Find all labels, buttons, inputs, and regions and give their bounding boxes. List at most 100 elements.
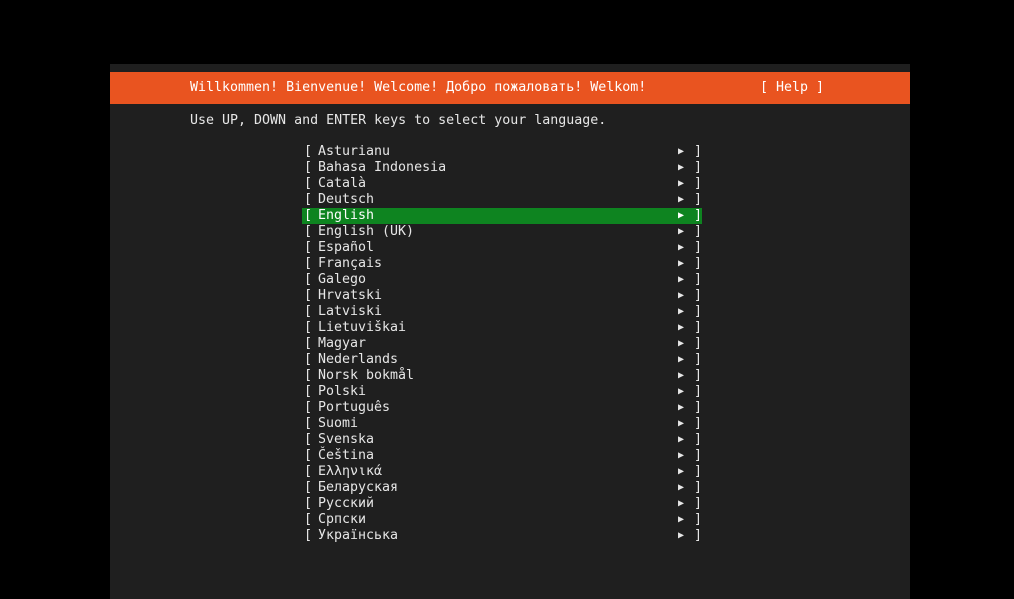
language-option-label: Français: [318, 256, 383, 271]
bracket-close: ]: [694, 192, 703, 207]
submenu-arrow-icon: ▶: [678, 418, 685, 429]
submenu-arrow-icon: ▶: [678, 242, 685, 253]
bracket-close: ]: [694, 208, 703, 223]
bracket-open: [: [304, 400, 313, 415]
language-option-label: Català: [318, 176, 367, 191]
bracket-open: [: [304, 384, 313, 399]
language-option-label: Српски: [318, 512, 367, 527]
bracket-open: [: [304, 512, 313, 527]
language-option[interactable]: [English (UK) ▶]: [302, 224, 702, 240]
bracket-open: [: [304, 368, 313, 383]
submenu-arrow-icon: ▶: [678, 162, 685, 173]
language-option[interactable]: [Latviski ▶]: [302, 304, 702, 320]
submenu-arrow-icon: ▶: [678, 434, 685, 445]
language-option[interactable]: [ Svenska ▶]: [302, 432, 702, 448]
bracket-open: [: [304, 336, 313, 351]
bracket-close: ]: [694, 240, 703, 255]
language-option[interactable]: [Русский ▶]: [302, 496, 702, 512]
header-bar: Willkommen! Bienvenue! Welcome! Добро по…: [110, 72, 910, 104]
language-option[interactable]: [ Español ▶]: [302, 240, 702, 256]
bracket-close: ]: [694, 320, 703, 335]
language-option-label: Русский: [318, 496, 375, 511]
language-option[interactable]: [Lietuviškai ▶]: [302, 320, 702, 336]
language-option[interactable]: [Nederlands ▶]: [302, 352, 702, 368]
language-option-label: Ελληνικά: [318, 464, 383, 479]
submenu-arrow-icon: ▶: [678, 530, 685, 541]
bracket-open: [: [304, 160, 313, 175]
bracket-open: [: [304, 464, 313, 479]
submenu-arrow-icon: ▶: [678, 258, 685, 269]
bracket-open: [: [304, 320, 313, 335]
language-option[interactable]: [Polski ▶]: [302, 384, 702, 400]
submenu-arrow-icon: ▶: [678, 482, 685, 493]
submenu-arrow-icon: ▶: [678, 226, 685, 237]
language-option-label: Bahasa Indonesia: [318, 160, 447, 175]
language-option-label: Deutsch: [318, 192, 375, 207]
help-button[interactable]: [ Help ]: [760, 80, 824, 96]
bracket-open: [: [304, 144, 313, 159]
submenu-arrow-icon: ▶: [678, 466, 685, 477]
submenu-arrow-icon: ▶: [678, 178, 685, 189]
submenu-arrow-icon: ▶: [678, 370, 685, 381]
bracket-open: [: [304, 240, 313, 255]
language-option-label: Svenska: [318, 432, 375, 447]
submenu-arrow-icon: ▶: [678, 306, 685, 317]
bracket-close: ]: [694, 432, 703, 447]
language-option[interactable]: [ Français ▶]: [302, 256, 702, 272]
bracket-open: [: [304, 432, 313, 447]
bracket-open: [: [304, 272, 313, 287]
language-option-label: Беларуская: [318, 480, 399, 495]
submenu-arrow-icon: ▶: [678, 354, 685, 365]
language-option[interactable]: [Беларуская ▶]: [302, 480, 702, 496]
language-option-label: Asturianu: [318, 144, 391, 159]
bracket-open: [: [304, 256, 313, 271]
submenu-arrow-icon: ▶: [678, 194, 685, 205]
submenu-arrow-icon: ▶: [678, 498, 685, 509]
bracket-close: ]: [694, 144, 703, 159]
submenu-arrow-icon: ▶: [678, 210, 685, 221]
console-top-strip: [110, 64, 910, 72]
language-option-label: Українська: [318, 528, 399, 543]
language-option-label: Magyar: [318, 336, 367, 351]
bracket-close: ]: [694, 288, 703, 303]
bracket-close: ]: [694, 336, 703, 351]
language-option[interactable]: [English ▶]: [302, 208, 702, 224]
bracket-close: ]: [694, 368, 703, 383]
header-title: Willkommen! Bienvenue! Welcome! Добро по…: [190, 80, 647, 95]
bracket-close: ]: [694, 448, 703, 463]
bracket-open: [: [304, 480, 313, 495]
submenu-arrow-icon: ▶: [678, 514, 685, 525]
language-option-label: Español: [318, 240, 375, 255]
language-option-label: Português: [318, 400, 391, 415]
bracket-close: ]: [694, 256, 703, 271]
language-option[interactable]: [ Bahasa Indonesia ▶]: [302, 160, 702, 176]
installer-console: Willkommen! Bienvenue! Welcome! Добро по…: [110, 64, 910, 599]
language-option[interactable]: [Čeština ▶]: [302, 448, 702, 464]
language-option-label: Čeština: [318, 448, 375, 463]
language-option[interactable]: [Српски ▶]: [302, 512, 702, 528]
instructions-text: Use UP, DOWN and ENTER keys to select yo…: [190, 113, 607, 128]
language-option[interactable]: [Magyar ▶]: [302, 336, 702, 352]
bracket-close: ]: [694, 400, 703, 415]
submenu-arrow-icon: ▶: [678, 146, 685, 157]
language-option[interactable]: [Català ▶]: [302, 176, 702, 192]
bracket-close: ]: [694, 416, 703, 431]
bracket-open: [: [304, 352, 313, 367]
language-option[interactable]: [Norsk bokmål ▶]: [302, 368, 702, 384]
language-option[interactable]: [ Deutsch ▶]: [302, 192, 702, 208]
bracket-close: ]: [694, 160, 703, 175]
language-option[interactable]: [Português ▶]: [302, 400, 702, 416]
language-option-label: Lietuviškai: [318, 320, 407, 335]
language-option[interactable]: [Ελληνικά ▶]: [302, 464, 702, 480]
bracket-close: ]: [694, 304, 703, 319]
language-option[interactable]: [ Asturianu ▶]: [302, 144, 702, 160]
bracket-open: [: [304, 192, 313, 207]
language-option[interactable]: [Hrvatski ▶]: [302, 288, 702, 304]
bracket-open: [: [304, 448, 313, 463]
language-option[interactable]: [Українська ▶]: [302, 528, 702, 544]
language-option-label: Nederlands: [318, 352, 399, 367]
language-option[interactable]: [Suomi ▶]: [302, 416, 702, 432]
bracket-open: [: [304, 208, 313, 223]
bracket-close: ]: [694, 176, 703, 191]
language-option[interactable]: [Galego ▶]: [302, 272, 702, 288]
